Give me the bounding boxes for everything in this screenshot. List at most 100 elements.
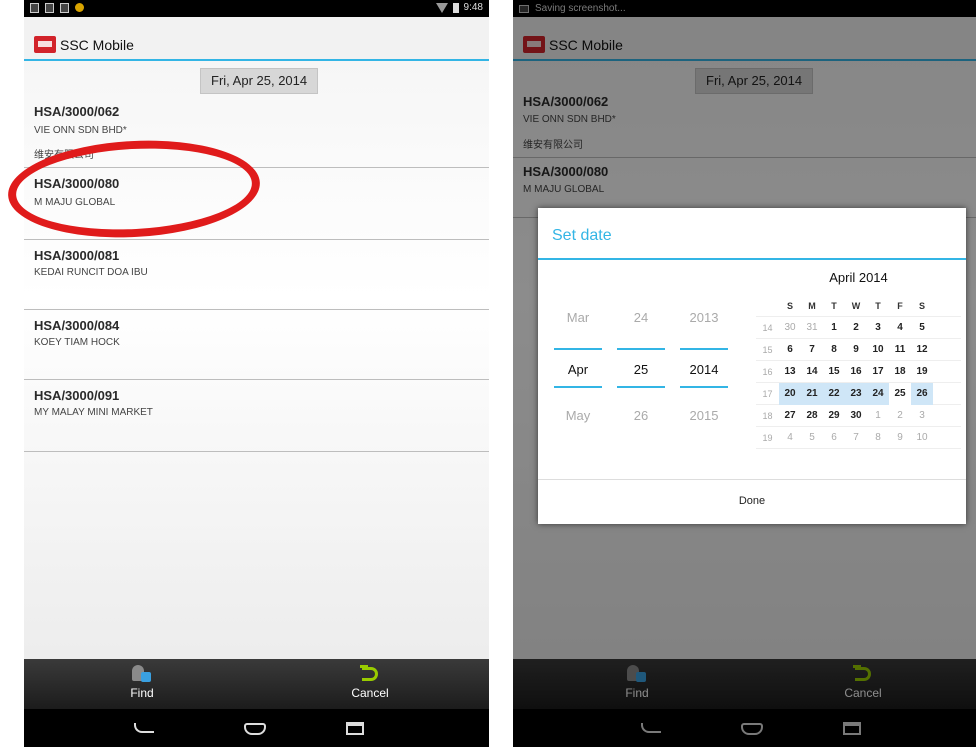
calendar-day[interactable]: 9 bbox=[845, 339, 867, 361]
calendar-day[interactable]: 24 bbox=[867, 382, 889, 405]
calendar-day[interactable]: 1 bbox=[823, 317, 845, 339]
week-number: 16 bbox=[762, 366, 773, 377]
day-spinner[interactable]: 24 25 26 bbox=[615, 260, 667, 470]
calendar-day-selected[interactable]: 25 bbox=[889, 382, 911, 405]
month-current[interactable]: Apr bbox=[552, 362, 604, 377]
calendar-day[interactable]: 21 bbox=[801, 382, 823, 405]
week-number: 18 bbox=[762, 410, 773, 421]
calendar-day[interactable]: 31 bbox=[801, 317, 823, 339]
calendar-day[interactable]: 4 bbox=[779, 427, 801, 449]
calendar-day[interactable]: 11 bbox=[889, 339, 911, 361]
calendar-day[interactable]: 7 bbox=[801, 339, 823, 361]
calendar-day[interactable]: 5 bbox=[911, 317, 933, 339]
system-icons: 9:48 bbox=[435, 2, 483, 13]
calendar-day[interactable]: 16 bbox=[845, 361, 867, 383]
calendar-day[interactable]: 10 bbox=[911, 427, 933, 449]
phone-screen-dialog: Saving screenshot... SSC Mobile Fri, Apr… bbox=[513, 0, 976, 747]
calendar-day[interactable]: 1 bbox=[867, 405, 889, 427]
calendar-day[interactable]: 3 bbox=[911, 405, 933, 427]
calendar-day[interactable]: 23 bbox=[845, 382, 867, 405]
wifi-icon bbox=[435, 2, 448, 13]
calendar-day[interactable]: 30 bbox=[779, 317, 801, 339]
calendar-day[interactable]: 17 bbox=[867, 361, 889, 383]
system-nav-bar bbox=[24, 709, 489, 747]
week-number: 19 bbox=[762, 432, 773, 443]
app-logo-icon bbox=[34, 36, 56, 53]
year-spinner[interactable]: 2013 2014 2015 bbox=[678, 260, 730, 470]
calendar-day[interactable]: 2 bbox=[845, 317, 867, 339]
find-button[interactable]: Find bbox=[72, 659, 212, 709]
calendar-day[interactable]: 6 bbox=[823, 427, 845, 449]
day-current[interactable]: 25 bbox=[615, 362, 667, 377]
home-icon[interactable] bbox=[244, 723, 266, 735]
cancel-button[interactable]: Cancel bbox=[300, 659, 440, 709]
calendar-day[interactable]: 20 bbox=[779, 382, 801, 405]
battery-icon bbox=[452, 2, 459, 13]
calendar-day[interactable]: 27 bbox=[779, 405, 801, 427]
customer-code: HSA/3000/081 bbox=[34, 248, 120, 263]
done-button[interactable]: Done bbox=[538, 479, 966, 523]
app-notif-icon bbox=[75, 3, 84, 12]
calendar-day[interactable]: 10 bbox=[867, 339, 889, 361]
calendar-week-row: 16 13 14 15 16 17 18 19 bbox=[756, 361, 961, 383]
week-number: 17 bbox=[762, 388, 773, 399]
week-number: 15 bbox=[762, 344, 773, 355]
date-button[interactable]: Fri, Apr 25, 2014 bbox=[200, 68, 319, 94]
calendar-day[interactable]: 18 bbox=[889, 361, 911, 383]
recent-apps-icon[interactable] bbox=[346, 722, 364, 735]
calendar-day[interactable]: 19 bbox=[911, 361, 933, 383]
calendar-week-row: 14 30 31 1 2 3 4 5 bbox=[756, 317, 961, 339]
calendar-day[interactable]: 3 bbox=[867, 317, 889, 339]
calendar-day[interactable]: 12 bbox=[911, 339, 933, 361]
year-current[interactable]: 2014 bbox=[678, 362, 730, 377]
weekday-label: W bbox=[851, 300, 861, 311]
calendar-day[interactable]: 8 bbox=[823, 339, 845, 361]
week-number: 14 bbox=[762, 322, 773, 333]
bottom-action-bar: Find Cancel bbox=[24, 659, 489, 709]
back-icon[interactable] bbox=[134, 723, 154, 733]
weekday-label: T bbox=[875, 300, 881, 311]
year-next[interactable]: 2015 bbox=[678, 408, 730, 423]
calendar-week-row: 15 6 7 8 9 10 11 12 bbox=[756, 339, 961, 361]
list-item[interactable]: HSA/3000/084 KOEY TIAM HOCK bbox=[24, 310, 489, 380]
calendar-day[interactable]: 26 bbox=[911, 382, 933, 405]
doc-notif-icon bbox=[45, 3, 54, 13]
month-prev[interactable]: Mar bbox=[552, 310, 604, 325]
spinner-divider bbox=[554, 386, 602, 388]
find-label: Find bbox=[130, 686, 154, 700]
calendar-day[interactable]: 15 bbox=[823, 361, 845, 383]
calendar-day[interactable]: 28 bbox=[801, 405, 823, 427]
calendar-week-row: 18 27 28 29 30 1 2 3 bbox=[756, 405, 961, 427]
calendar-view: April 2014 S M T W T F S 14 30 31 1 2 3 4 5 15 6 7… bbox=[756, 260, 961, 475]
dialog-title: Set date bbox=[552, 227, 612, 244]
calendar-day[interactable]: 5 bbox=[801, 427, 823, 449]
customer-code: HSA/3000/084 bbox=[34, 318, 120, 333]
spinner-divider bbox=[680, 348, 728, 350]
weekday-label: M bbox=[808, 300, 816, 311]
calendar-day[interactable]: 7 bbox=[845, 427, 867, 449]
app-title: SSC Mobile bbox=[60, 37, 134, 53]
list-item[interactable]: HSA/3000/091 MY MALAY MINI MARKET bbox=[24, 380, 489, 452]
month-next[interactable]: May bbox=[552, 408, 604, 423]
calendar-day[interactable]: 6 bbox=[779, 339, 801, 361]
calendar-day[interactable]: 4 bbox=[889, 317, 911, 339]
undo-icon bbox=[360, 665, 380, 683]
list-item[interactable]: HSA/3000/081 KEDAI RUNCIT DOA IBU bbox=[24, 240, 489, 310]
status-bar: 9:48 bbox=[24, 0, 489, 17]
customer-name: KOEY TIAM HOCK bbox=[34, 337, 120, 348]
month-spinner[interactable]: Mar Apr May bbox=[552, 260, 604, 470]
day-next[interactable]: 26 bbox=[615, 408, 667, 423]
calendar-day[interactable]: 13 bbox=[779, 361, 801, 383]
day-prev[interactable]: 24 bbox=[615, 310, 667, 325]
calendar-day[interactable]: 22 bbox=[823, 382, 845, 405]
spinner-divider bbox=[617, 386, 665, 388]
calendar-weeks: 14 30 31 1 2 3 4 5 15 6 7 8 9 10 11 12 16 13 14 15 16 17 18 19 1… bbox=[756, 317, 961, 449]
calendar-day[interactable]: 2 bbox=[889, 405, 911, 427]
calendar-day[interactable]: 9 bbox=[889, 427, 911, 449]
screenshot-notif-icon bbox=[30, 3, 39, 13]
calendar-day[interactable]: 14 bbox=[801, 361, 823, 383]
calendar-day[interactable]: 8 bbox=[867, 427, 889, 449]
year-prev[interactable]: 2013 bbox=[678, 310, 730, 325]
calendar-day[interactable]: 30 bbox=[845, 405, 867, 427]
calendar-day[interactable]: 29 bbox=[823, 405, 845, 427]
